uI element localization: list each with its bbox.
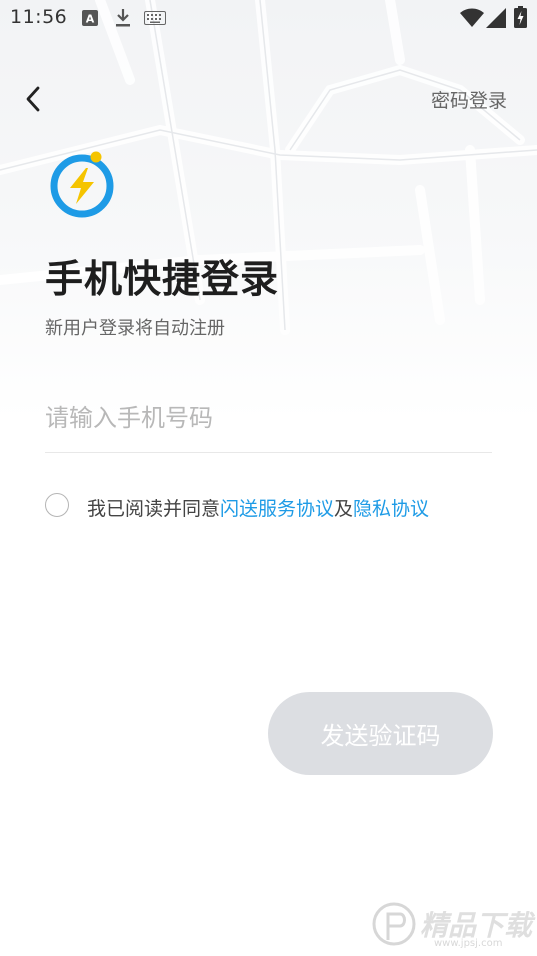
page-title: 手机快捷登录 (45, 257, 280, 301)
agreement-checkbox[interactable] (45, 493, 69, 517)
logo-icon (50, 151, 114, 218)
input-divider (45, 452, 492, 453)
signal-icon (486, 8, 506, 28)
download-icon (116, 9, 130, 27)
agreement-prefix: 我已阅读并同意 (87, 498, 221, 520)
agreement-connector: 及 (334, 498, 354, 520)
privacy-agreement-link[interactable]: 隐私协议 (353, 498, 429, 520)
keyboard-icon (144, 11, 166, 25)
back-button[interactable] (18, 82, 48, 116)
status-bar: 11:56 A (0, 0, 537, 36)
back-chevron-icon (26, 86, 40, 112)
service-agreement-link[interactable]: 闪送服务协议 (220, 498, 334, 520)
status-time: 11:56 (10, 6, 68, 28)
watermark-logo-icon (372, 902, 416, 946)
svg-text:A: A (86, 13, 95, 26)
send-code-button[interactable]: 发送验证码 (268, 692, 493, 775)
agreement-text: 我已阅读并同意闪送服务协议及隐私协议 (87, 494, 429, 521)
watermark-url: www.jpsj.com (434, 938, 503, 949)
password-login-link[interactable]: 密码登录 (431, 86, 507, 113)
watermark: 精品下载 www.jpsj.com (372, 896, 532, 952)
phone-number-input[interactable] (45, 392, 492, 444)
page-subtitle: 新用户登录将自动注册 (45, 318, 225, 339)
a-notification-icon: A (82, 10, 98, 26)
battery-icon (514, 6, 527, 28)
wifi-icon (460, 8, 484, 27)
